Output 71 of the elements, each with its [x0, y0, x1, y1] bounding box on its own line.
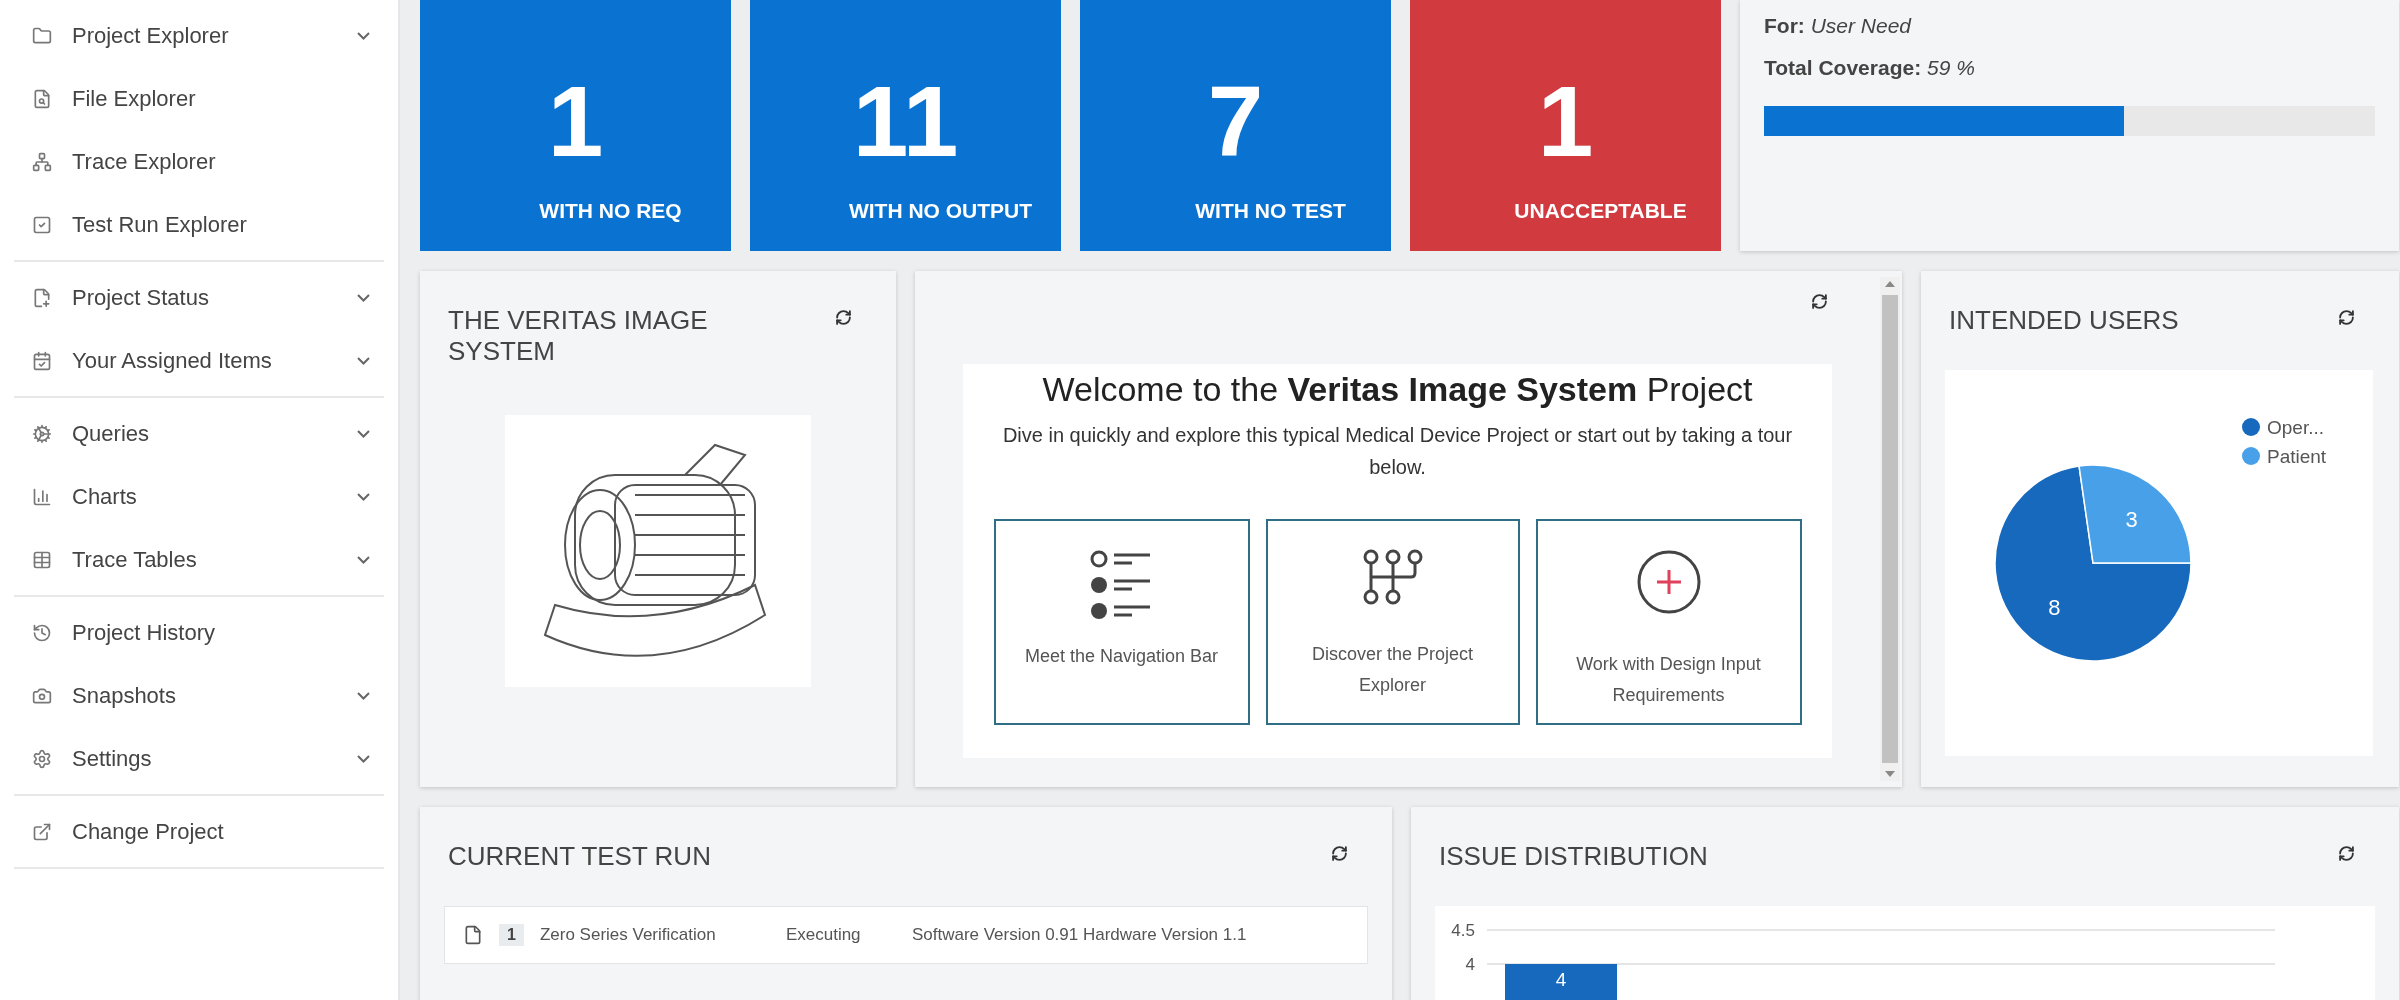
menu-item-icon	[32, 350, 52, 371]
legend-label: Patient	[2267, 446, 2327, 468]
plus-circle-icon	[1635, 549, 1702, 615]
stat-label: WITH NO REQ	[538, 199, 682, 223]
welcome-heading: Welcome to the Veritas Image System Project	[1042, 370, 1753, 409]
legend-label: Oper...	[2267, 417, 2325, 439]
axis-tick-label: 4	[1465, 955, 1475, 975]
sidebar-item[interactable]: Settings	[14, 727, 384, 790]
stat-value: 7	[1207, 71, 1264, 171]
card-title: THE VERITAS IMAGE SYSTEM	[448, 305, 709, 368]
branch-icon	[1362, 549, 1423, 605]
menu-item-icon	[32, 25, 52, 46]
document-icon	[463, 925, 483, 946]
stat-tile[interactable]: 11 WITH NO OUTPUT	[750, 0, 1061, 251]
refresh-icon	[1811, 293, 1828, 310]
menu-item-icon	[32, 622, 52, 643]
tour-card[interactable]: Discover the Project Explorer	[1265, 519, 1520, 725]
menu-item-icon	[32, 151, 52, 172]
slice-label: 8	[2048, 595, 2061, 621]
stat-label: WITH NO TEST	[1194, 199, 1346, 223]
stat-tile[interactable]: 1 UNACCEPTABLE	[1410, 0, 1721, 251]
stat-value: 1	[1537, 71, 1594, 171]
card-title: ISSUE DISTRIBUTION	[1439, 841, 1708, 873]
menu-item-icon	[32, 214, 52, 235]
menu-item-icon	[32, 287, 52, 308]
run-status: Executing	[785, 925, 862, 946]
sidebar-item[interactable]: File Explorer	[14, 67, 384, 130]
sidebar-item[interactable]: Project Explorer	[14, 4, 384, 67]
refresh-icon	[2338, 309, 2355, 326]
menu-item-icon	[32, 549, 52, 570]
menu-item-icon	[32, 88, 52, 109]
total-coverage: Total Coverage: 59 %	[1764, 56, 1976, 80]
scrollbar[interactable]	[1880, 277, 1900, 781]
legend-dot	[2242, 418, 2260, 437]
menu-item-icon	[32, 821, 52, 842]
axis-tick-label: 4.5	[1451, 921, 1475, 941]
menu-item-icon	[32, 423, 52, 444]
menu-item-icon	[32, 486, 52, 507]
stat-value: 1	[547, 71, 604, 171]
menu-item-icon	[32, 748, 52, 769]
legend-dot	[2242, 447, 2260, 466]
stat-label: UNACCEPTABLE	[1513, 199, 1687, 223]
stat-tile[interactable]: 1 WITH NO REQ	[420, 0, 731, 251]
refresh-icon	[1331, 845, 1348, 862]
slice-label: 3	[2125, 506, 2138, 532]
sidebar-item[interactable]: Snapshots	[14, 664, 384, 727]
sidebar-item[interactable]: Charts	[14, 465, 384, 528]
stat-tile[interactable]: 7 WITH NO TEST	[1080, 0, 1391, 251]
sidebar-item[interactable]: Queries	[14, 402, 384, 465]
run-version: Software Version 0.91 Hardware Version 1.1	[911, 925, 1248, 946]
run-name: Zero Series Verification	[539, 925, 717, 946]
sidebar-item[interactable]: Project Status	[14, 266, 384, 329]
bar-value-label: 4	[1555, 969, 1567, 991]
card-title: CURRENT TEST RUN	[448, 841, 711, 873]
refresh-icon	[2338, 845, 2355, 862]
tour-card[interactable]: Work with Design Input Requirements	[1535, 519, 1802, 725]
coverage-target: For: User Need	[1764, 14, 1913, 38]
sidebar-item[interactable]: Your Assigned Items	[14, 329, 384, 392]
stat-label: WITH NO OUTPUT	[847, 199, 1033, 223]
welcome-intro: Dive in quickly and explore this typical Medical Device Project or start out by taking a tour below.	[1001, 423, 1794, 480]
run-number: 1	[499, 924, 524, 947]
sidebar-item[interactable]: Trace Explorer	[14, 130, 384, 193]
sidebar-item[interactable]: Trace Tables	[14, 528, 384, 591]
sidebar-item[interactable]: Change Project	[14, 800, 384, 863]
refresh-icon	[835, 309, 852, 326]
sidebar-item[interactable]: Project History	[14, 601, 384, 664]
test-run-row[interactable]: 1 Zero Series Verification Executing Software Version 0.91 Hardware Version 1.1	[444, 906, 1368, 965]
card-title: INTENDED USERS	[1949, 305, 2179, 337]
tour-card[interactable]: Meet the Navigation Bar	[993, 519, 1250, 725]
stat-value: 11	[852, 71, 959, 171]
sidebar-item[interactable]: Test Run Explorer	[14, 193, 384, 256]
